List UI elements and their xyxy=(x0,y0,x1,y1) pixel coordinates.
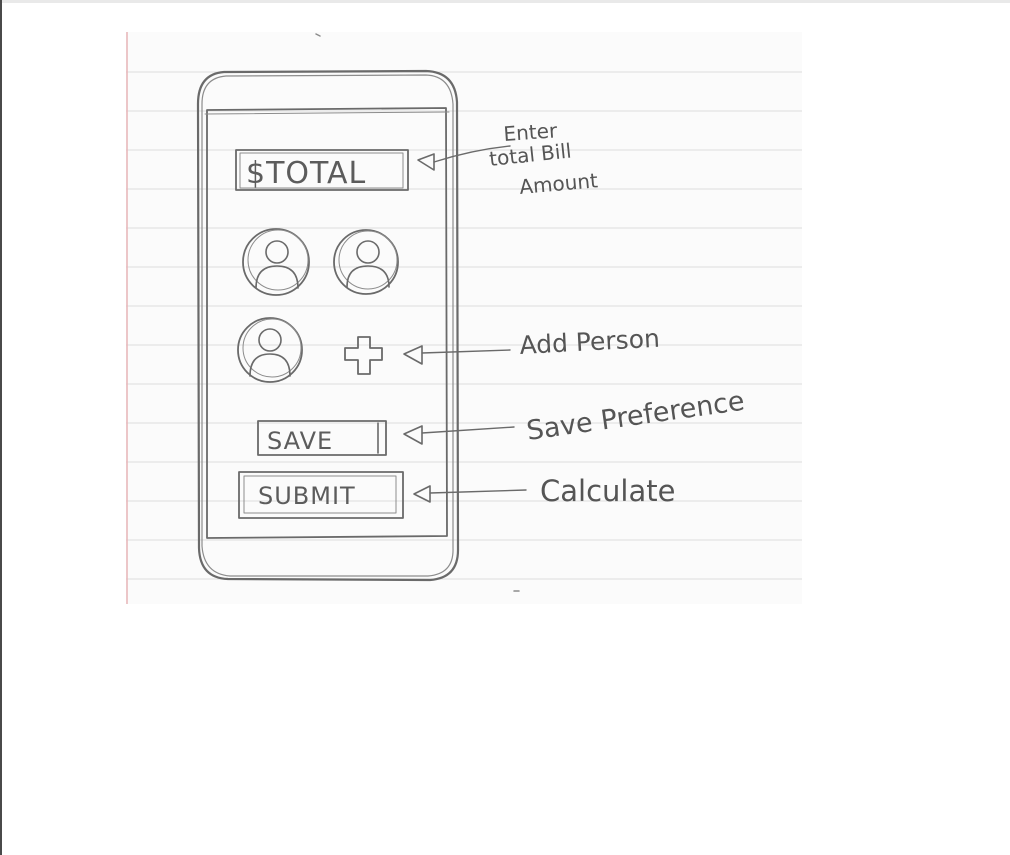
paper-sheet xyxy=(126,32,802,604)
wireframe-sketch: $TOTAL + SAVE SUBMIT Enter total Bill Am… xyxy=(2,0,802,604)
submit-button-label: SUBMIT xyxy=(258,482,356,510)
save-button-label: SAVE xyxy=(267,427,333,455)
page: $TOTAL + SAVE SUBMIT Enter total Bill Am… xyxy=(0,0,1010,855)
total-field-text: $TOTAL xyxy=(246,156,366,191)
notebook-paper xyxy=(126,32,802,604)
add-person-symbol: + xyxy=(2,0,3,1)
annotation-submit: Calculate xyxy=(540,474,675,508)
